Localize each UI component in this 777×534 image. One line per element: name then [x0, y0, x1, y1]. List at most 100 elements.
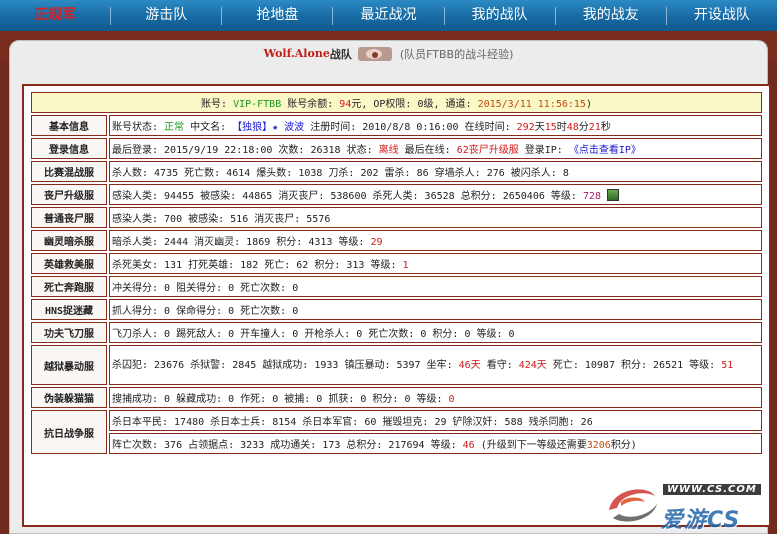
row-label-catch: 伪装躲猫猫 [31, 387, 107, 408]
account-id: VIP-FTBB [233, 99, 282, 110]
watermark-url: WWW.CS.COM [663, 484, 761, 495]
row-value-jailbreak: 杀囚犯: 23676 杀狱警: 2845 越狱成功: 1933 镇压暴动: 53… [109, 345, 762, 385]
login-state: 离线 [378, 145, 399, 156]
text: 最后在线: [398, 145, 457, 156]
row-label-basic: 基本信息 [31, 115, 107, 136]
team-suffix: 战队 [329, 47, 352, 61]
row-value-mixed: 杀人数: 4735 死亡数: 4614 爆头数: 1038 刀杀: 202 雷杀… [109, 161, 762, 182]
text: 暗杀人类: 2444 消灭幽灵: 1869 积分: 4313 等级: [112, 237, 371, 248]
text: 中文名: [184, 122, 233, 133]
text: 积分) [610, 440, 637, 451]
last-server: 62丧尸升级服 [456, 145, 519, 156]
level-value: 51 [721, 359, 734, 371]
text: 分 [578, 122, 589, 133]
row-value-war-2: 阵亡次数: 376 占领据点: 3233 成功通关: 173 总积分: 2176… [109, 433, 762, 454]
online-minutes: 48 [566, 122, 579, 133]
team-name[interactable]: Wolf.Alone [264, 47, 330, 60]
top-nav: 正规军 游击队 抢地盘 最近战况 我的战队 我的战友 开设战队 [0, 0, 777, 31]
text: 时 [556, 122, 567, 133]
table-row: 抗日战争服 杀日本平民: 17480 杀日本士兵: 8154 杀日本军官: 60… [31, 410, 762, 454]
chinese-name-tag: 【独狼】 [232, 122, 273, 133]
row-label-war: 抗日战争服 [31, 410, 107, 454]
row-label-login: 登录信息 [31, 138, 107, 159]
text: 杀死美女: 131 打死英雄: 182 死亡: 62 积分: 313 等级: [112, 260, 403, 271]
online-seconds: 21 [588, 122, 601, 133]
nav-create-team[interactable]: 开设战队 [667, 0, 777, 31]
row-label-hns: HNS捉迷藏 [31, 299, 107, 320]
text: 注册时间: 2010/8/8 0:16:00 在线时间: [304, 122, 517, 133]
online-days: 292 [516, 122, 535, 133]
level-value: 0 [448, 394, 455, 405]
nav-territory[interactable]: 抢地盘 [222, 0, 332, 31]
balance-label: 账号余额: [281, 99, 340, 110]
swirl-logo-icon [609, 489, 657, 522]
chinese-name: 波波 [278, 122, 305, 133]
table-row: 基本信息 账号状态: 正常 中文名: 【独狼】★ 波波 注册时间: 2010/8… [31, 115, 762, 136]
text: 感染人类: 94455 被感染: 44865 消灭丧尸: 538600 杀死人类… [112, 191, 583, 202]
team-logo [357, 46, 392, 61]
table-row: 伪装躲猫猫 搜捕成功: 0 躲藏成功: 0 作死: 0 被捕: 0 抓获: 0 … [31, 387, 762, 408]
table-row: 越狱暴动服 杀囚犯: 23676 杀狱警: 2845 越狱成功: 1933 镇压… [31, 345, 762, 385]
account-time: 2015/3/11 11:56:15 [477, 99, 586, 110]
text: 账号状态: [112, 122, 165, 133]
account-label: 账号: [201, 99, 234, 110]
nav-recent-battles[interactable]: 最近战况 [333, 0, 443, 31]
table-row: 幽灵暗杀服 暗杀人类: 2444 消灭幽灵: 1869 积分: 4313 等级:… [31, 230, 762, 251]
level-value: 728 [582, 191, 601, 202]
row-label-jailbreak: 越狱暴动服 [31, 345, 107, 385]
row-value-kungfu: 飞刀杀人: 0 踢死敌人: 0 开车撞人: 0 开枪杀人: 0 死亡次数: 0 … [109, 322, 762, 343]
jail-days: 46天 [458, 359, 481, 371]
text: 秒 [600, 122, 611, 133]
row-label-zombie-upgrade: 丧尸升级服 [31, 184, 107, 205]
text: 搜捕成功: 0 躲藏成功: 0 作死: 0 被捕: 0 抓获: 0 积分: 0 … [112, 394, 449, 405]
table-row: 丧尸升级服 感染人类: 94455 被感染: 44865 消灭丧尸: 53860… [31, 184, 762, 205]
nav-my-team[interactable]: 我的战队 [445, 0, 555, 31]
level-value: 1 [402, 260, 409, 271]
table-row: 比赛混战服 杀人数: 4735 死亡数: 4614 爆头数: 1038 刀杀: … [31, 161, 762, 182]
text: (升级到下一等级还需要 [474, 440, 587, 451]
account-balance: 94 [339, 99, 352, 110]
stats-table: 账号: VIP-FTBB 账号余额: 94元, OP权限: 0级, 通道: 20… [29, 90, 764, 456]
table-row: 普通丧尸服 感染人类: 700 被感染: 516 消灭丧尸: 5576 [31, 207, 762, 228]
watermark-brand: 爱游CS [661, 508, 741, 533]
row-label-hero: 英雄救美服 [31, 253, 107, 274]
row-label-mixed: 比赛混战服 [31, 161, 107, 182]
table-row: 登录信息 最后登录: 2015/9/19 22:18:00 次数: 26318 … [31, 138, 762, 159]
row-value-war-1: 杀日本平民: 17480 杀日本士兵: 8154 杀日本军官: 60 摧毁坦克:… [109, 410, 762, 431]
row-label-kungfu: 功夫飞刀服 [31, 322, 107, 343]
account-close-paren: ) [585, 99, 592, 110]
row-value-login: 最后登录: 2015/9/19 22:18:00 次数: 26318 状态: 离… [109, 138, 762, 159]
content-panel: Wolf.Alone 战队 (队员FTBB的战斗经验) 账号: VIP-FTBB… [9, 40, 771, 534]
nav-guerrilla[interactable]: 游击队 [111, 0, 221, 31]
text: 登录IP: [518, 145, 569, 156]
view-ip-link[interactable]: 《点击查看IP》 [569, 145, 641, 156]
rank-badge-icon [607, 189, 620, 201]
table-row: 英雄救美服 杀死美女: 131 打死英雄: 182 死亡: 62 积分: 313… [31, 253, 762, 274]
nav-regular-army[interactable]: 正规军 [0, 0, 110, 31]
text: 看守: [480, 359, 519, 371]
online-hours: 15 [544, 122, 557, 133]
row-label-deathrun: 死亡奔跑服 [31, 276, 107, 297]
table-row: 阵亡次数: 376 占领据点: 3233 成功通关: 173 总积分: 2176… [31, 433, 762, 454]
nav-my-friends[interactable]: 我的战友 [556, 0, 666, 31]
row-value-basic: 账号状态: 正常 中文名: 【独狼】★ 波波 注册时间: 2010/8/8 0:… [109, 115, 762, 136]
site-watermark: WWW.CS.COM 爱游CS [603, 476, 773, 533]
op-channel-label: 元, OP权限: 0级, 通道: [351, 99, 478, 110]
account-status: 正常 [164, 122, 185, 133]
row-value-hero: 杀死美女: 131 打死英雄: 182 死亡: 62 积分: 313 等级: 1 [109, 253, 762, 274]
text: 阵亡次数: 376 占领据点: 3233 成功通关: 173 总积分: 2176… [112, 440, 463, 451]
table-row: 功夫飞刀服 飞刀杀人: 0 踢死敌人: 0 开车撞人: 0 开枪杀人: 0 死亡… [31, 322, 762, 343]
team-title-bar: Wolf.Alone 战队 (队员FTBB的战斗经验) [10, 41, 767, 66]
row-value-hns: 抓人得分: 0 保命得分: 0 死亡次数: 0 [109, 299, 762, 320]
stats-frame: 账号: VIP-FTBB 账号余额: 94元, OP权限: 0级, 通道: 20… [22, 84, 771, 527]
table-row: HNS捉迷藏 抓人得分: 0 保命得分: 0 死亡次数: 0 [31, 299, 762, 320]
row-label-ghost: 幽灵暗杀服 [31, 230, 107, 251]
row-value-deathrun: 冲关得分: 0 阻关得分: 0 死亡次数: 0 [109, 276, 762, 297]
text: 死亡: 10987 积分: 26521 等级: [546, 359, 722, 371]
level-value: 46 [462, 440, 475, 451]
account-row: 账号: VIP-FTBB 账号余额: 94元, OP权限: 0级, 通道: 20… [31, 92, 762, 113]
row-value-ghost: 暗杀人类: 2444 消灭幽灵: 1869 积分: 4313 等级: 29 [109, 230, 762, 251]
team-subtitle: (队员FTBB的战斗经验) [399, 47, 514, 61]
row-value-zombie-normal: 感染人类: 700 被感染: 516 消灭丧尸: 5576 [109, 207, 762, 228]
row-value-zombie-upgrade: 感染人类: 94455 被感染: 44865 消灭丧尸: 538600 杀死人类… [109, 184, 762, 205]
